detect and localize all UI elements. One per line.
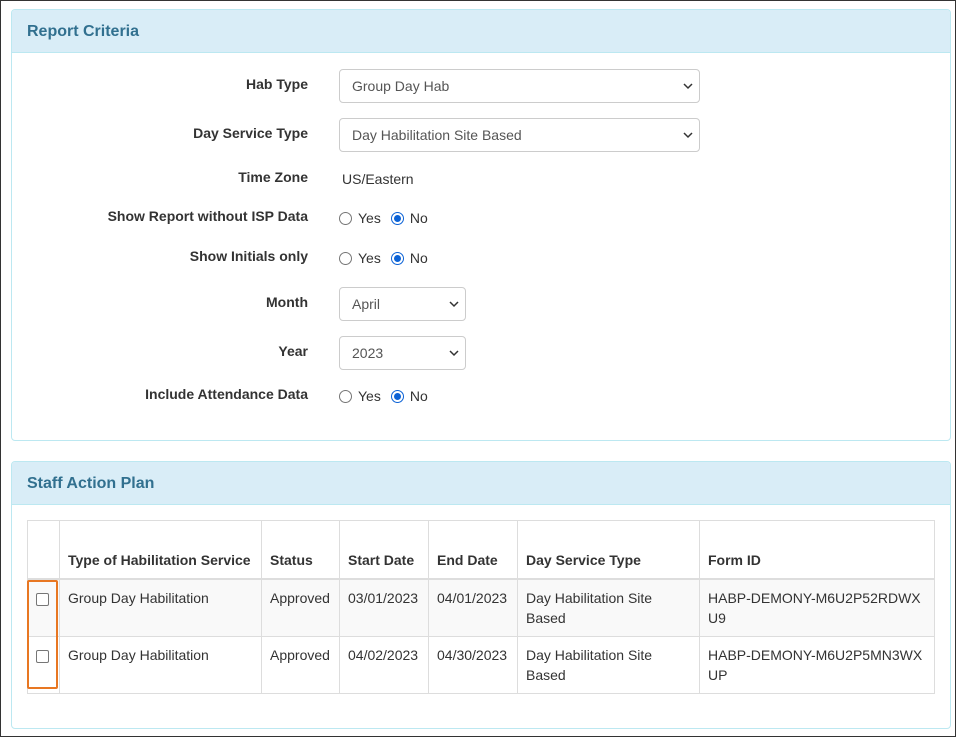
include-attendance-no-radio[interactable] <box>390 389 404 403</box>
time-zone-row: Time Zone US/Eastern <box>12 162 950 196</box>
include-attendance-no-label[interactable]: No <box>410 388 428 404</box>
hab-type-value: Group Day Hab <box>352 78 450 94</box>
time-zone-label: Time Zone <box>238 169 308 185</box>
staff-action-plan-table: Type of Habilitation Service Status Star… <box>27 520 935 694</box>
form-id-cell: HABP-DEMONY-M6U2P52RDWXU9 <box>699 578 935 637</box>
show-without-isp-no-label[interactable]: No <box>410 210 428 226</box>
status-column-header[interactable]: Status <box>261 520 340 580</box>
include-attendance-radios: Yes No <box>339 379 438 413</box>
include-attendance-label: Include Attendance Data <box>145 386 308 402</box>
show-initials-radios: Yes No <box>339 241 438 275</box>
row-select-cell <box>27 635 60 694</box>
staff-action-plan-heading: Staff Action Plan <box>12 462 950 505</box>
day-service-type-cell: Day Habilitation Site Based <box>517 578 700 637</box>
type-cell: Group Day Habilitation <box>59 635 262 694</box>
hab-type-row: Hab Type Group Day Hab <box>12 69 950 103</box>
form-id-text: HABP-DEMONY-M6U2P5MN3WXUP <box>708 646 923 683</box>
form-id-text: HABP-DEMONY-M6U2P52RDWXU9 <box>708 589 921 626</box>
show-initials-no-radio[interactable] <box>390 251 404 265</box>
status-cell: Approved <box>261 578 340 637</box>
day-service-type-select[interactable]: Day Habilitation Site Based <box>339 118 700 152</box>
year-row: Year 2023 <box>12 336 950 370</box>
year-select[interactable]: 2023 <box>339 336 466 370</box>
year-value: 2023 <box>352 345 384 361</box>
row-select-cell <box>27 578 60 637</box>
show-initials-yes-label[interactable]: Yes <box>358 250 381 266</box>
table-row: Group Day Habilitation Approved 03/01/20… <box>27 578 935 637</box>
chevron-down-icon <box>449 350 459 357</box>
hab-type-select[interactable]: Group Day Hab <box>339 69 700 103</box>
time-zone-control: US/Eastern <box>342 162 414 196</box>
month-value: April <box>352 296 381 312</box>
show-without-isp-row: Show Report without ISP Data Yes No <box>12 201 950 235</box>
chevron-down-icon <box>683 132 693 139</box>
day-service-type-cell: Day Habilitation Site Based <box>517 635 700 694</box>
include-attendance-yes-radio[interactable] <box>339 389 352 403</box>
end-date-cell: 04/01/2023 <box>428 578 518 637</box>
report-criteria-heading: Report Criteria <box>12 10 950 53</box>
include-attendance-yes-label[interactable]: Yes <box>358 388 381 404</box>
start-date-column-header[interactable]: Start Date <box>339 520 429 580</box>
show-without-isp-label: Show Report without ISP Data <box>107 208 308 224</box>
end-date-column-header[interactable]: End Date <box>428 520 518 580</box>
hab-type-control: Group Day Hab <box>339 69 700 103</box>
checkbox-icon[interactable] <box>36 592 49 606</box>
checkbox-icon[interactable] <box>36 649 49 663</box>
form-id-column-header[interactable]: Form ID <box>699 520 935 580</box>
select-column-header <box>27 520 60 580</box>
show-initials-yes-radio[interactable] <box>339 251 352 265</box>
form-id-cell: HABP-DEMONY-M6U2P5MN3WXUP <box>699 635 935 694</box>
chevron-down-icon <box>683 83 693 90</box>
month-control: April <box>339 287 466 321</box>
type-cell: Group Day Habilitation <box>59 578 262 637</box>
show-without-isp-yes-label[interactable]: Yes <box>358 210 381 226</box>
year-control: 2023 <box>339 336 466 370</box>
table-row: Group Day Habilitation Approved 04/02/20… <box>27 635 935 694</box>
include-attendance-row: Include Attendance Data Yes No <box>12 379 950 413</box>
show-initials-no-label[interactable]: No <box>410 250 428 266</box>
report-criteria-panel: Report Criteria Hab Type Group Day Hab D… <box>11 9 951 441</box>
type-column-header[interactable]: Type of Habilitation Service <box>59 520 262 580</box>
show-without-isp-no-radio[interactable] <box>390 211 404 225</box>
chevron-down-icon <box>449 301 459 308</box>
year-label: Year <box>278 343 308 359</box>
month-row: Month April <box>12 287 950 321</box>
day-service-type-value: Day Habilitation Site Based <box>352 127 522 143</box>
table-header-row: Type of Habilitation Service Status Star… <box>27 520 935 580</box>
day-service-type-row: Day Service Type Day Habilitation Site B… <box>12 118 950 152</box>
day-service-type-label: Day Service Type <box>193 125 308 141</box>
hab-type-label: Hab Type <box>246 76 308 92</box>
show-initials-label: Show Initials only <box>189 248 308 264</box>
staff-action-plan-panel: Staff Action Plan Type of Habilitation S… <box>11 461 951 729</box>
month-select[interactable]: April <box>339 287 466 321</box>
day-service-type-column-header[interactable]: Day Service Type <box>517 520 700 580</box>
show-initials-row: Show Initials only Yes No <box>12 241 950 275</box>
end-date-cell: 04/30/2023 <box>428 635 518 694</box>
start-date-cell: 03/01/2023 <box>339 578 429 637</box>
show-without-isp-yes-radio[interactable] <box>339 211 352 225</box>
month-label: Month <box>266 294 308 310</box>
day-service-type-control: Day Habilitation Site Based <box>339 118 700 152</box>
status-cell: Approved <box>261 635 340 694</box>
show-without-isp-radios: Yes No <box>339 201 438 235</box>
start-date-cell: 04/02/2023 <box>339 635 429 694</box>
time-zone-value: US/Eastern <box>342 171 414 187</box>
